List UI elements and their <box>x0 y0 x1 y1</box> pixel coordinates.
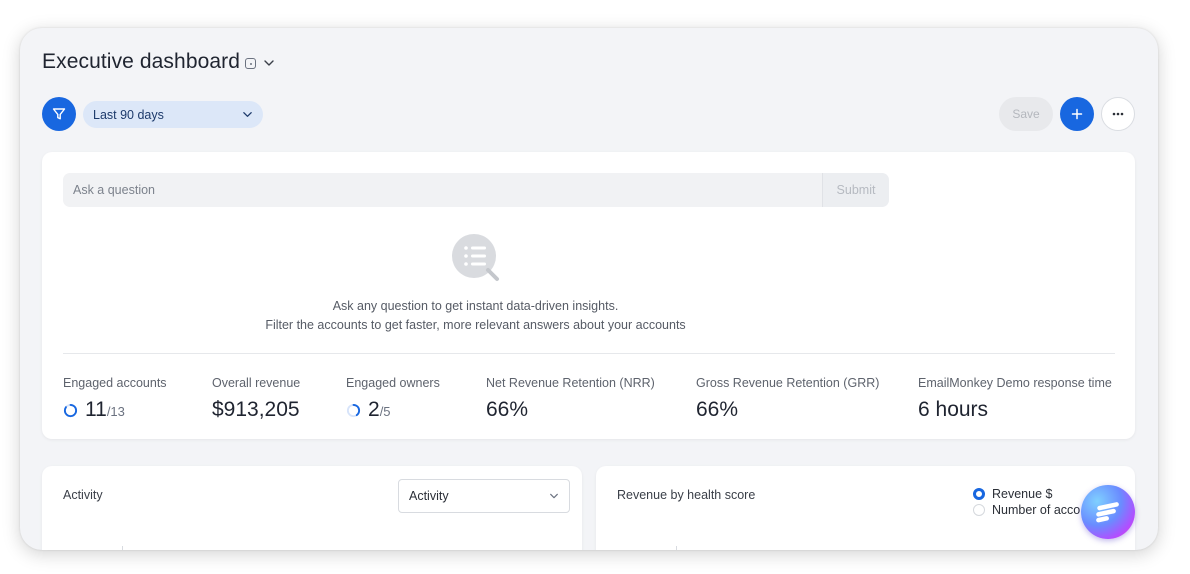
info-icon[interactable] <box>245 58 257 69</box>
assistant-logo-icon <box>1096 502 1119 523</box>
divider <box>63 353 1115 354</box>
empty-state-subtext: Filter the accounts to get faster, more … <box>265 318 686 332</box>
card-title: Activity <box>63 488 103 502</box>
metric-grr: Gross Revenue Retention (GRR) 66% <box>696 376 879 422</box>
metric-engaged-accounts: Engaged accounts 11/13 <box>63 376 167 422</box>
metric-overall-revenue: Overall revenue $913,205 <box>212 376 300 422</box>
metric-label: Net Revenue Retention (NRR) <box>486 376 655 390</box>
radio-label: Revenue $ <box>992 487 1053 501</box>
progress-ring-icon <box>63 403 78 418</box>
metric-label: Engaged accounts <box>63 376 167 390</box>
radio-revenue[interactable]: Revenue $ <box>973 487 1052 501</box>
assistant-button[interactable] <box>1081 485 1135 539</box>
metric-denominator: /13 <box>106 404 125 419</box>
chevron-down-icon <box>550 493 558 499</box>
ask-question-input[interactable] <box>63 173 823 207</box>
title-row: Executive dashboard <box>42 50 275 74</box>
dashboard-window: Executive dashboard Last 90 days Save Su… <box>20 28 1158 550</box>
filter-icon <box>52 108 66 120</box>
metric-value: 2 <box>368 398 380 421</box>
metric-label: Overall revenue <box>212 376 301 390</box>
chart-axis <box>122 546 123 550</box>
save-button[interactable]: Save <box>999 97 1053 131</box>
insights-card: Submit Ask any question to get instant d… <box>42 152 1135 439</box>
radio-number-of-accounts[interactable]: Number of acco <box>973 503 1080 517</box>
metric-label: Engaged owners <box>346 376 440 390</box>
progress-ring-icon <box>346 403 361 418</box>
add-button[interactable] <box>1060 97 1094 131</box>
search-list-icon <box>452 234 499 281</box>
page-title: Executive dashboard <box>42 50 241 73</box>
more-options-button[interactable] <box>1101 97 1135 131</box>
metric-value: $913,205 <box>212 398 300 421</box>
metric-nrr: Net Revenue Retention (NRR) 66% <box>486 376 655 422</box>
submit-button[interactable]: Submit <box>822 173 889 207</box>
metric-value: 66% <box>486 398 529 421</box>
metric-value: 6 hours <box>918 398 989 421</box>
filter-button[interactable] <box>42 97 76 131</box>
metric-value: 11 <box>85 398 107 421</box>
more-icon <box>1112 112 1124 116</box>
plus-icon <box>1071 108 1083 120</box>
radio-unselected-icon[interactable] <box>973 504 985 516</box>
radio-selected-icon[interactable] <box>973 488 985 500</box>
metric-label: EmailMonkey Demo response time <box>918 376 1112 390</box>
activity-card: Activity Activity <box>42 466 582 550</box>
date-range-select[interactable]: Last 90 days <box>83 101 263 128</box>
metric-response-time: EmailMonkey Demo response time 6 hours <box>918 376 1112 422</box>
empty-state-text: Ask any question to get instant data-dri… <box>332 299 619 313</box>
chevron-down-icon[interactable] <box>263 57 275 69</box>
metric-engaged-owners: Engaged owners 2/5 <box>346 376 440 422</box>
metric-denominator: /5 <box>379 404 391 419</box>
radio-label: Number of acco <box>992 503 1081 517</box>
activity-select-label: Activity <box>409 489 449 503</box>
date-range-label: Last 90 days <box>93 107 164 122</box>
chevron-down-icon <box>243 112 252 117</box>
chart-axis <box>676 546 677 550</box>
metric-value: 66% <box>696 398 739 421</box>
health-score-card: Revenue by health score Revenue $ Number… <box>596 466 1135 550</box>
activity-select[interactable]: Activity <box>398 479 570 513</box>
metric-label: Gross Revenue Retention (GRR) <box>696 376 880 390</box>
card-title: Revenue by health score <box>617 488 756 502</box>
